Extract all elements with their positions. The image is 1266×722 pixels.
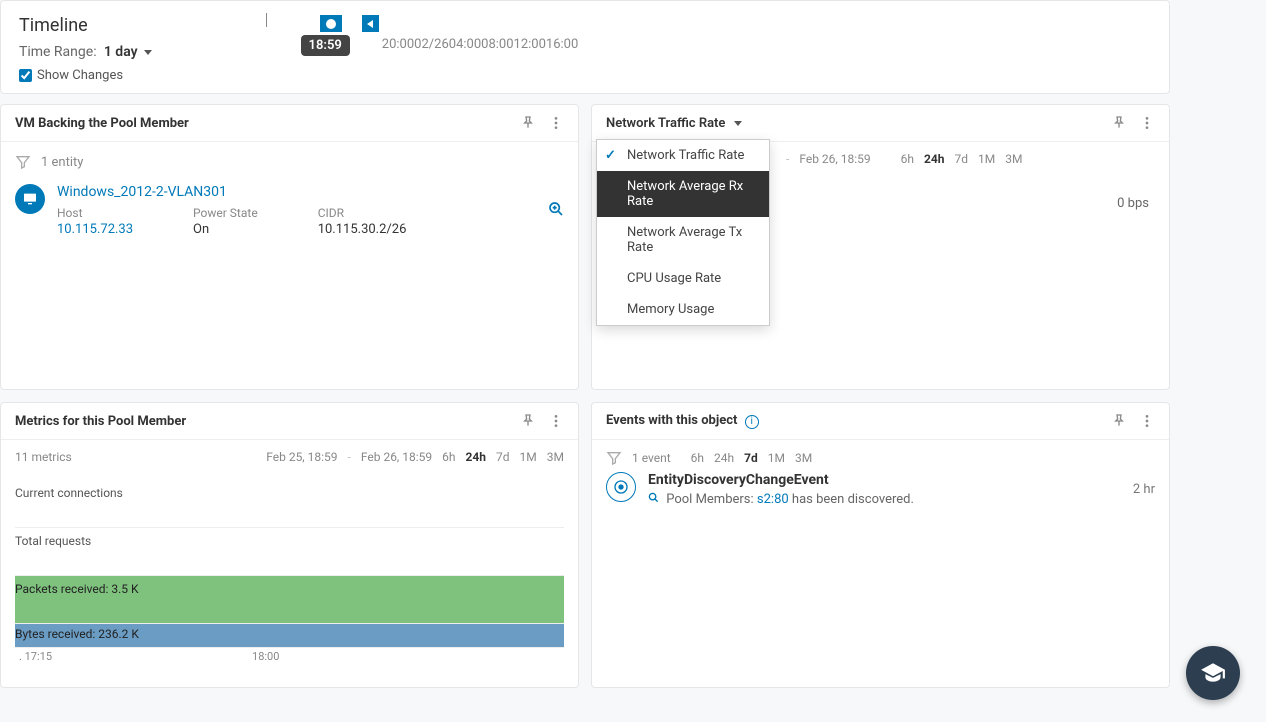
time-range-value[interactable]: 1 day [104, 44, 138, 60]
pin-icon[interactable] [520, 413, 536, 429]
range-24h[interactable]: 24h [714, 451, 734, 465]
pin-icon[interactable] [1111, 413, 1127, 429]
vm-backing-card: VM Backing the Pool Member 1 entity [0, 104, 579, 390]
host-value[interactable]: 10.115.72.33 [57, 222, 133, 237]
metric-row-total-requests[interactable]: Total requests [15, 528, 564, 576]
event-row[interactable]: EntityDiscoveryChangeEvent Pool Members:… [592, 466, 1169, 513]
timeline-current-time: 18:59 [301, 35, 350, 56]
metric-row-current-connections[interactable]: Current connections [15, 480, 564, 528]
metric-row-bytes-received[interactable]: Bytes received: 236.2 K [15, 624, 564, 648]
range-3m[interactable]: 3M [795, 451, 812, 465]
chart-metric-dropdown: ✓ Network Traffic Rate Network Average R… [596, 139, 770, 326]
dd-item-network-traffic-rate[interactable]: ✓ Network Traffic Rate [597, 140, 769, 171]
power-state-value: On [193, 222, 258, 237]
dd-item-network-avg-rx-rate[interactable]: Network Average Rx Rate [597, 171, 769, 217]
kebab-icon[interactable] [548, 115, 564, 131]
events-card: Events with this object i 1 event 6h [591, 402, 1170, 688]
cidr-label: CIDR [318, 206, 407, 220]
timeline-cursor[interactable] [266, 13, 267, 27]
event-prefix: Pool Members: [666, 492, 757, 507]
timeline-end-icon[interactable] [320, 15, 342, 32]
show-changes-toggle[interactable]: Show Changes [19, 68, 1151, 83]
vm-icon [15, 184, 45, 214]
vm-card-title: VM Backing the Pool Member [15, 116, 189, 131]
vm-name-link[interactable]: Windows_2012-2-VLAN301 [57, 184, 227, 200]
timeline-tick: 08:00 [481, 37, 513, 52]
metrics-xaxis-tick: 18:00 [252, 650, 279, 663]
graduation-cap-icon [1200, 660, 1226, 686]
search-icon [648, 492, 662, 507]
cidr-value: 10.115.30.2/26 [318, 222, 407, 237]
zoom-in-icon[interactable] [548, 201, 564, 221]
power-state-label: Power State [193, 206, 258, 220]
dd-item-network-avg-tx-rate[interactable]: Network Average Tx Rate [597, 217, 769, 263]
metrics-card: Metrics for this Pool Member 11 metrics … [0, 402, 579, 688]
range-6h[interactable]: 6h [901, 152, 914, 166]
timeline-tick: 04:00 [449, 37, 481, 52]
show-changes-label: Show Changes [37, 68, 123, 83]
events-card-title: Events with this object [606, 413, 737, 428]
event-count: 1 event [632, 451, 671, 465]
range-24h[interactable]: 24h [466, 450, 487, 464]
info-icon[interactable]: i [745, 415, 759, 429]
range-6h[interactable]: 6h [442, 450, 455, 464]
timeline-tick: 20:00 [382, 37, 414, 52]
metrics-xaxis-tick: . 17:15 [19, 650, 52, 663]
range-sep: - [786, 152, 789, 166]
chart-metric-selector[interactable]: Network Traffic Rate [606, 116, 742, 131]
show-changes-checkbox[interactable] [19, 69, 32, 82]
check-icon: ✓ [605, 148, 616, 163]
event-name: EntityDiscoveryChangeEvent [648, 472, 1121, 488]
timeline-title: Timeline [19, 15, 1151, 36]
network-traffic-card: Network Traffic Rate ✓ Network Traffic R… [591, 104, 1170, 390]
chevron-down-icon [734, 121, 742, 126]
range-1m[interactable]: 1M [520, 450, 537, 464]
metrics-card-title: Metrics for this Pool Member [15, 414, 186, 429]
range-3m[interactable]: 3M [547, 450, 564, 464]
range-7d[interactable]: 7d [744, 451, 758, 465]
timeline-tick: 12:00 [514, 37, 546, 52]
range-6h[interactable]: 6h [691, 451, 704, 465]
host-label: Host [57, 206, 133, 220]
range-start: Feb 25, 18:59 [266, 450, 337, 464]
pin-icon[interactable] [520, 115, 536, 131]
range-sep: - [348, 450, 351, 464]
range-1m[interactable]: 1M [978, 152, 995, 166]
chart-metric-label: Network Traffic Rate [606, 116, 725, 131]
entity-count: 1 entity [41, 155, 83, 170]
timeline-tick: 02/26 [414, 37, 449, 52]
kebab-icon[interactable] [1139, 115, 1155, 131]
chevron-down-icon[interactable] [144, 50, 152, 55]
range-24h[interactable]: 24h [924, 152, 945, 166]
event-icon [606, 472, 636, 502]
dd-item-memory-usage[interactable]: Memory Usage [597, 294, 769, 325]
event-suffix: has been discovered. [789, 492, 914, 507]
dd-item-label: Network Traffic Rate [627, 148, 744, 163]
range-1m[interactable]: 1M [768, 451, 785, 465]
timeline-panel: Timeline Time Range: 1 day 20:00 02/26 0… [0, 0, 1170, 94]
range-7d[interactable]: 7d [954, 152, 968, 166]
timeline-prev-icon[interactable] [362, 15, 379, 32]
range-3m[interactable]: 3M [1005, 152, 1022, 166]
filter-icon[interactable] [606, 450, 622, 466]
range-end: Feb 26, 18:59 [361, 450, 432, 464]
event-link[interactable]: s2:80 [757, 492, 789, 507]
event-time: 2 hr [1133, 482, 1155, 497]
metrics-count: 11 metrics [15, 450, 72, 464]
event-detail: Pool Members: s2:80 has been discovered. [648, 492, 1121, 507]
dd-item-cpu-usage-rate[interactable]: CPU Usage Rate [597, 263, 769, 294]
metric-row-packets-received[interactable]: Packets received: 3.5 K [15, 576, 564, 624]
kebab-icon[interactable] [1139, 413, 1155, 429]
filter-icon[interactable] [15, 154, 31, 170]
timeline-tick: 16:00 [546, 37, 578, 52]
kebab-icon[interactable] [548, 413, 564, 429]
help-fab[interactable] [1186, 646, 1240, 700]
pin-icon[interactable] [1111, 115, 1127, 131]
range-end: Feb 26, 18:59 [799, 152, 870, 166]
cursor-icon [708, 203, 724, 223]
time-range-label: Time Range: [19, 44, 97, 60]
range-7d[interactable]: 7d [496, 450, 510, 464]
